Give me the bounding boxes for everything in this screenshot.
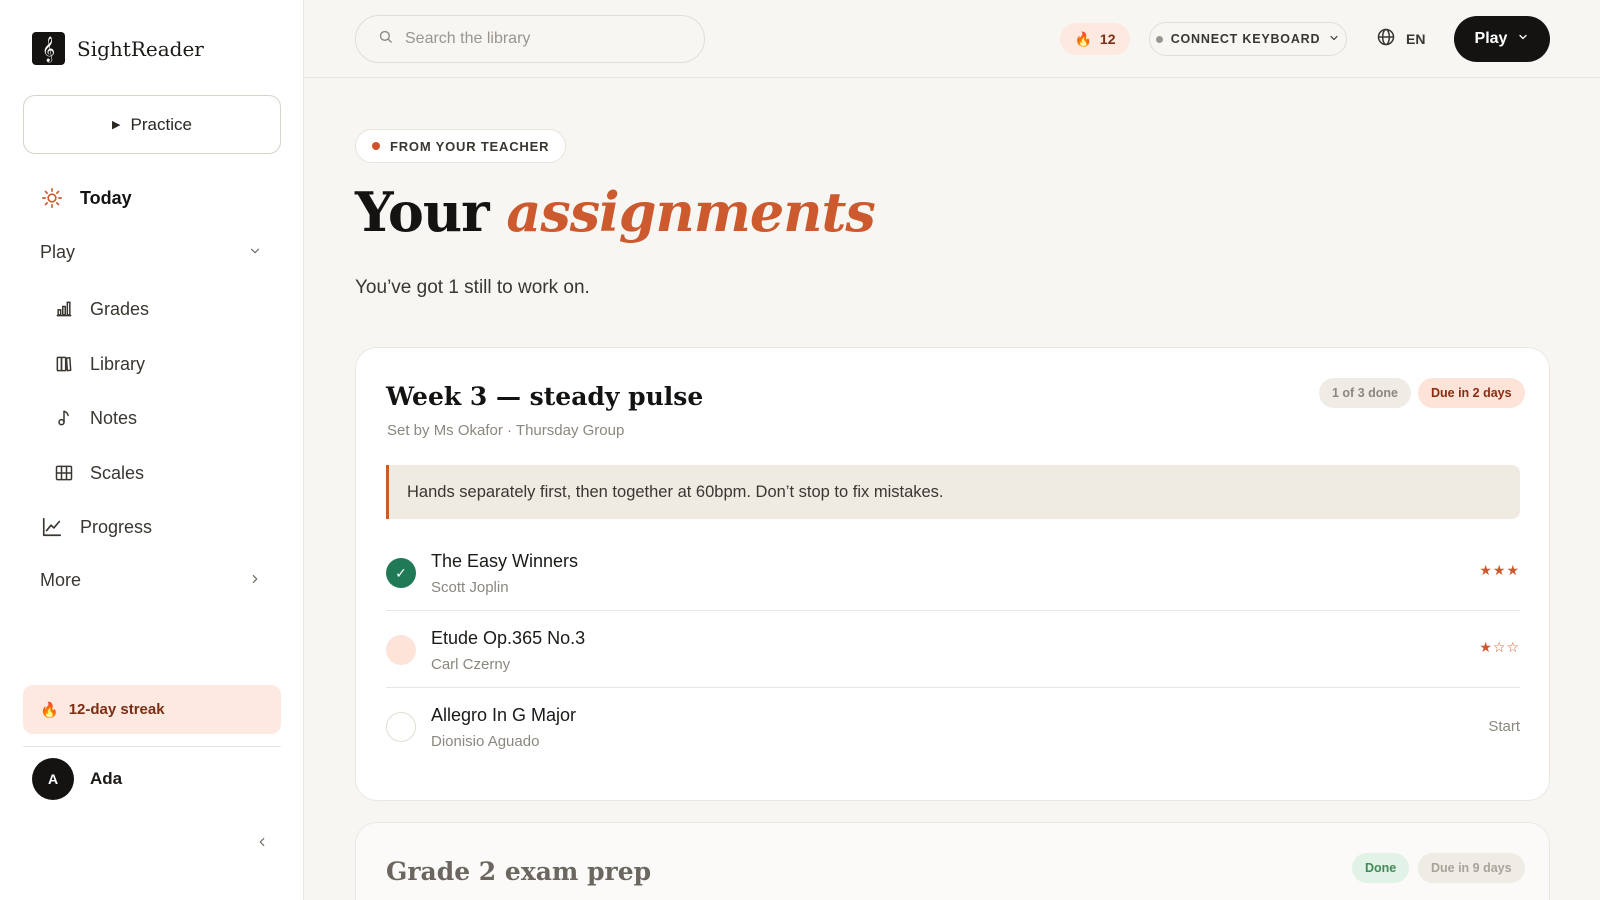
badge-label: FROM YOUR TEACHER [390,138,550,154]
app-name: SightReader [77,36,204,61]
chevron-down-icon [1328,32,1340,47]
list-item[interactable]: Etude Op.365 No.3 Carl Czerny ★☆☆ [386,611,1520,688]
sidebar-item-progress[interactable]: Progress [40,515,152,539]
assignment-card[interactable]: Grade 2 exam prep Done Due in 9 days [355,822,1550,900]
chevron-right-icon [248,570,262,591]
library-icon [52,352,76,376]
treble-clef-logo-icon: 𝄞 [32,32,65,65]
sidebar-item-label: Notes [90,407,138,428]
streak-label: 12-day streak [68,701,165,718]
sidebar-group-play[interactable]: Play [40,242,262,263]
bar-chart-icon [52,297,76,321]
play-triangle-icon: ▶ [112,119,121,131]
language-code: EN [1406,30,1426,47]
sidebar-group-label: Play [40,242,76,262]
checkmark-icon: ✓ [386,558,416,588]
title-accent: assignments [506,180,875,244]
search-icon [378,29,393,49]
flame-icon: 🔥 [40,701,59,719]
connect-label: CONNECT KEYBOARD [1170,32,1321,46]
divider [23,746,281,747]
list-item[interactable]: Allegro In G Major Dionisio Aguado Start [386,688,1520,765]
sidebar-item-label: Progress [80,516,153,537]
assignment-title: Week 3 — steady pulse [386,382,704,411]
sidebar-item-label: Today [80,187,132,208]
search-bar[interactable] [355,15,705,63]
streak-indicator[interactable]: 🔥 12-day streak [23,685,281,734]
connect-keyboard-button[interactable]: CONNECT KEYBOARD [1149,22,1347,56]
music-note-icon [52,406,76,430]
sun-icon [40,186,64,210]
globe-icon [1376,27,1396,50]
play-menu-button[interactable]: Play [1454,16,1550,62]
sidebar-group-label: More [40,570,82,590]
assignment-meta: Set by Ms Okafor · Thursday Group [387,422,625,439]
practice-label: Practice [130,114,192,134]
assignment-card: Week 3 — steady pulse Set by Ms Okafor ·… [355,347,1550,801]
language-selector[interactable]: EN [1376,27,1425,50]
user-profile[interactable]: A Ada [32,758,122,800]
assignment-title: Grade 2 exam prep [386,857,652,886]
star-rating: ★★★ [1479,562,1520,578]
play-label: Play [1474,30,1508,47]
chevron-down-icon [248,242,262,263]
star-rating: ★☆☆ [1479,639,1520,655]
due-badge: Due in 9 days [1418,853,1525,883]
sidebar-item-label: Scales [90,462,145,483]
page-title: Your assignments [355,180,876,244]
due-badge: Due in 2 days [1418,378,1525,408]
page-subtitle: You’ve got 1 still to work on. [355,277,590,298]
progress-badge: 1 of 3 done [1319,378,1411,408]
piece-composer: Dionisio Aguado [431,733,540,750]
teacher-badge: FROM YOUR TEACHER [355,129,567,163]
brand[interactable]: 𝄞 SightReader [32,32,204,65]
collapse-sidebar-button[interactable] [252,834,272,854]
sidebar: 𝄞 SightReader ▶ Practice Today Play Grad… [0,0,304,900]
piece-composer: Carl Czerny [431,656,511,673]
badge-dot [372,142,380,150]
in-progress-icon [386,635,416,665]
chevron-left-icon [255,835,269,854]
sidebar-item-scales[interactable]: Scales [52,461,144,485]
status-badge: Done [1352,853,1410,883]
search-input[interactable] [405,30,685,48]
sidebar-item-grades[interactable]: Grades [52,297,149,321]
piece-title: The Easy Winners [431,551,579,571]
streak-counter[interactable]: 🔥 12 [1060,23,1130,55]
practice-button[interactable]: ▶ Practice [23,95,281,154]
connection-status-dot [1155,35,1163,43]
flame-icon: 🔥 [1074,30,1092,47]
piece-title: Etude Op.365 No.3 [431,628,586,648]
topbar: 🔥 12 CONNECT KEYBOARD EN Play [304,0,1600,78]
sidebar-item-today[interactable]: Today [40,186,132,210]
user-name: Ada [90,769,123,788]
piano-keys-icon [52,461,76,485]
start-button[interactable]: Start [1488,718,1520,735]
empty-circle-icon [386,712,416,742]
sidebar-group-more[interactable]: More [40,570,262,591]
sidebar-item-library[interactable]: Library [52,352,145,376]
sidebar-item-notes[interactable]: Notes [52,406,137,430]
list-item[interactable]: ✓ The Easy Winners Scott Joplin ★★★ [386,534,1520,611]
piece-composer: Scott Joplin [431,579,509,596]
line-chart-icon [40,515,64,539]
streak-count: 12 [1099,31,1116,47]
teacher-note: Hands separately first, then together at… [386,465,1520,519]
title-plain: Your [355,180,507,244]
avatar: A [32,758,74,800]
piece-title: Allegro In G Major [431,705,577,725]
sidebar-item-label: Grades [90,298,150,319]
chevron-down-icon [1517,30,1529,48]
sidebar-item-label: Library [90,353,146,374]
